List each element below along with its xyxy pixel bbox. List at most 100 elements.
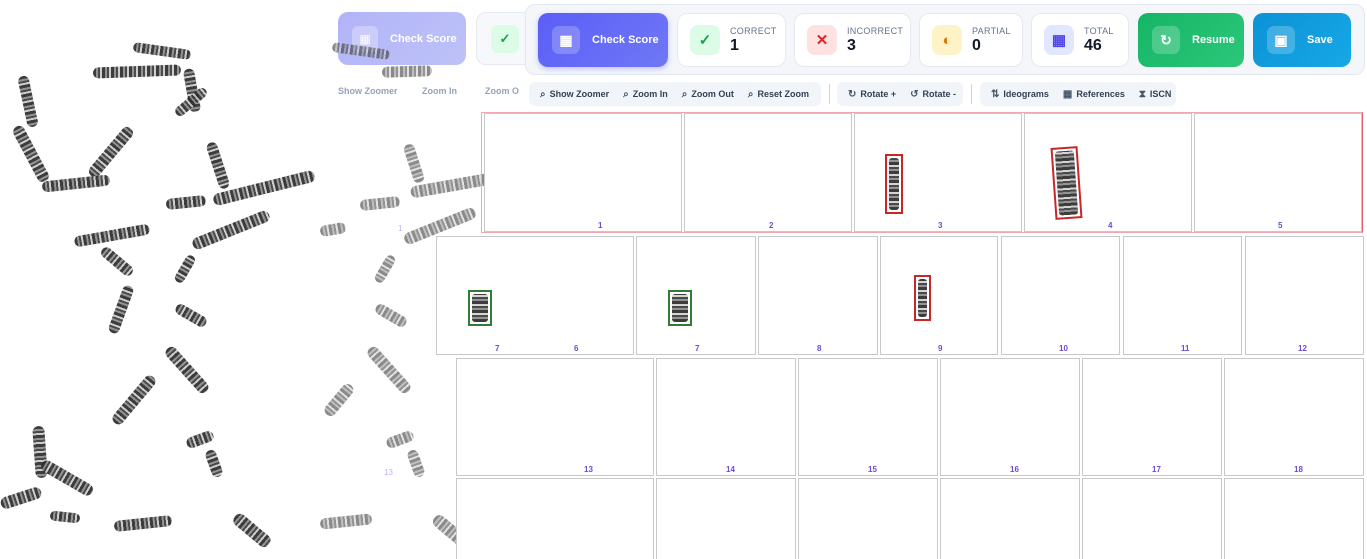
cell-label: 12 [1298, 344, 1307, 353]
rotate-plus-button[interactable]: ↻ Rotate + [841, 84, 903, 104]
chromosome[interactable] [184, 429, 216, 450]
chromosome[interactable] [92, 64, 182, 79]
chromosome [320, 513, 373, 530]
chromosome[interactable] [173, 253, 197, 285]
karyotype-cell[interactable] [1082, 478, 1222, 559]
save-button[interactable]: ▣ Save [1253, 13, 1351, 67]
chromosome-correct[interactable] [668, 290, 692, 326]
chromosome[interactable] [165, 194, 207, 211]
chromosome[interactable] [110, 373, 158, 427]
karyotype-cell-2[interactable]: 2 [684, 113, 852, 232]
check-score-button[interactable]: ▦ Check Score [538, 13, 668, 67]
karyotype-cell-7[interactable]: 7 [636, 236, 756, 355]
karyotype-cell-18[interactable]: 18 [1224, 358, 1364, 476]
cell-label: 14 [726, 465, 735, 474]
half-circle-icon: ◐ [932, 25, 962, 55]
iscn-label: ISCN [1149, 89, 1172, 99]
rotate-minus-button[interactable]: ↺ Rotate - [903, 84, 963, 104]
calculator-icon: ▦ [552, 26, 580, 54]
cell-label: 16 [1010, 465, 1019, 474]
chromosome[interactable] [113, 514, 173, 533]
iscn-button[interactable]: ⧗ ISCN [1132, 84, 1179, 104]
chromosome[interactable] [73, 223, 151, 248]
karyotype-cell-14[interactable]: 14 [656, 358, 796, 476]
resume-button[interactable]: ↻ Resume [1138, 13, 1244, 67]
references-button[interactable]: ▦ References [1056, 84, 1132, 104]
karyotype-cell[interactable] [656, 478, 796, 559]
ghost-correct-stat: ✓ [476, 12, 525, 65]
chromosome-incorrect[interactable] [885, 154, 903, 214]
partial-label: PARTIAL [972, 25, 1011, 36]
karyotype-cell[interactable] [1224, 478, 1364, 559]
magnifier-icon: ⌕ [540, 88, 546, 100]
reset-zoom-button[interactable]: ⌕ Reset Zoom [741, 84, 816, 104]
chromosome[interactable] [230, 511, 274, 550]
chromosome[interactable] [205, 140, 231, 191]
chromosome[interactable] [132, 42, 192, 60]
chromosome[interactable] [204, 448, 224, 479]
correct-value: 1 [730, 36, 739, 54]
chromosome[interactable] [98, 245, 136, 278]
show-zoomer-button[interactable]: ⌕ Show Zoomer [533, 84, 616, 104]
chromosome-correct[interactable] [468, 290, 492, 326]
chromosome[interactable] [41, 174, 111, 193]
karyotype-cell[interactable] [456, 478, 654, 559]
karyotype-cell-4[interactable]: 4 [1024, 113, 1192, 232]
total-label: TOTAL [1084, 25, 1114, 36]
chromosome[interactable] [49, 510, 81, 524]
karyotype-cell-6[interactable]: 7 6 [436, 236, 634, 355]
metaphase-spread[interactable] [0, 0, 320, 559]
check-icon: ✓ [690, 25, 720, 55]
chromosome[interactable] [11, 123, 51, 185]
grid-icon: ▦ [1062, 88, 1073, 100]
karyotype-cell-15[interactable]: 15 [798, 358, 938, 476]
karyotype-cell-12[interactable]: 12 [1245, 236, 1364, 355]
chromosome [373, 253, 397, 285]
cell-label: 6 [574, 344, 579, 353]
karyotype-cell-17[interactable]: 17 [1082, 358, 1222, 476]
cell-label: 10 [1059, 344, 1068, 353]
zoom-toolbar: ⌕ Show Zoomer ⌕ Zoom In ⌕ Zoom Out ⌕ Reset Z… [529, 82, 821, 106]
ghost-check-score-label: Check Score [390, 32, 457, 45]
cell-label: 7 [495, 344, 500, 353]
karyotype-cell-11[interactable]: 11 [1123, 236, 1242, 355]
cell-label: 1 [598, 221, 603, 230]
chromosome [320, 221, 347, 238]
chromosome[interactable] [107, 284, 135, 335]
chromosome[interactable] [38, 458, 96, 498]
zoom-in-label: Zoom In [632, 89, 668, 99]
check-score-label: Check Score [592, 34, 659, 46]
chromosome-incorrect[interactable] [914, 275, 931, 321]
karyotype-cell-16[interactable]: 16 [940, 358, 1080, 476]
total-stat: ▦ TOTAL 46 [1031, 13, 1129, 67]
zoom-in-button[interactable]: ⌕ Zoom In [616, 84, 675, 104]
chromosome[interactable] [190, 209, 272, 251]
karyotype-cell-10[interactable]: 10 [1001, 236, 1120, 355]
karyotype-cell-3[interactable]: 3 [854, 113, 1022, 232]
chromosome-incorrect[interactable] [1050, 146, 1083, 220]
chromosome[interactable] [212, 169, 316, 207]
reference-toolbar: ⇅ Ideograms ▦ References ⧗ ISCN [980, 82, 1176, 106]
chromosome[interactable] [173, 302, 209, 329]
karyotype-cell-9[interactable]: 9 [880, 236, 998, 355]
karyotype-cell-5[interactable]: 5 [1194, 113, 1362, 232]
chromosome[interactable] [163, 344, 211, 396]
zoom-out-button[interactable]: ⌕ Zoom Out [675, 84, 741, 104]
karyotype-cell-13[interactable]: 13 [456, 358, 654, 476]
ideograms-button[interactable]: ⇅ Ideograms [984, 84, 1056, 104]
chromosome[interactable] [0, 485, 43, 511]
ghost-check-score-button: ▦ Check Score [338, 12, 466, 65]
karyotype-cell[interactable] [798, 478, 938, 559]
chromosome[interactable] [86, 124, 136, 180]
chromosome[interactable] [17, 74, 39, 129]
cell-label: 11 [1181, 344, 1190, 353]
chromosome [406, 448, 426, 479]
karyotype-cell-1[interactable]: 1 [484, 113, 682, 232]
chromosome [359, 195, 401, 212]
reset-zoom-label: Reset Zoom [757, 89, 809, 99]
rotate-toolbar: ↻ Rotate + ↺ Rotate - [837, 82, 963, 106]
karyotype-cell[interactable] [940, 478, 1080, 559]
ghost-show-zoomer: Show Zoomer [338, 86, 398, 96]
karyotype-cell-8[interactable]: 8 [758, 236, 878, 355]
zoom-out-label: Zoom Out [691, 89, 734, 99]
